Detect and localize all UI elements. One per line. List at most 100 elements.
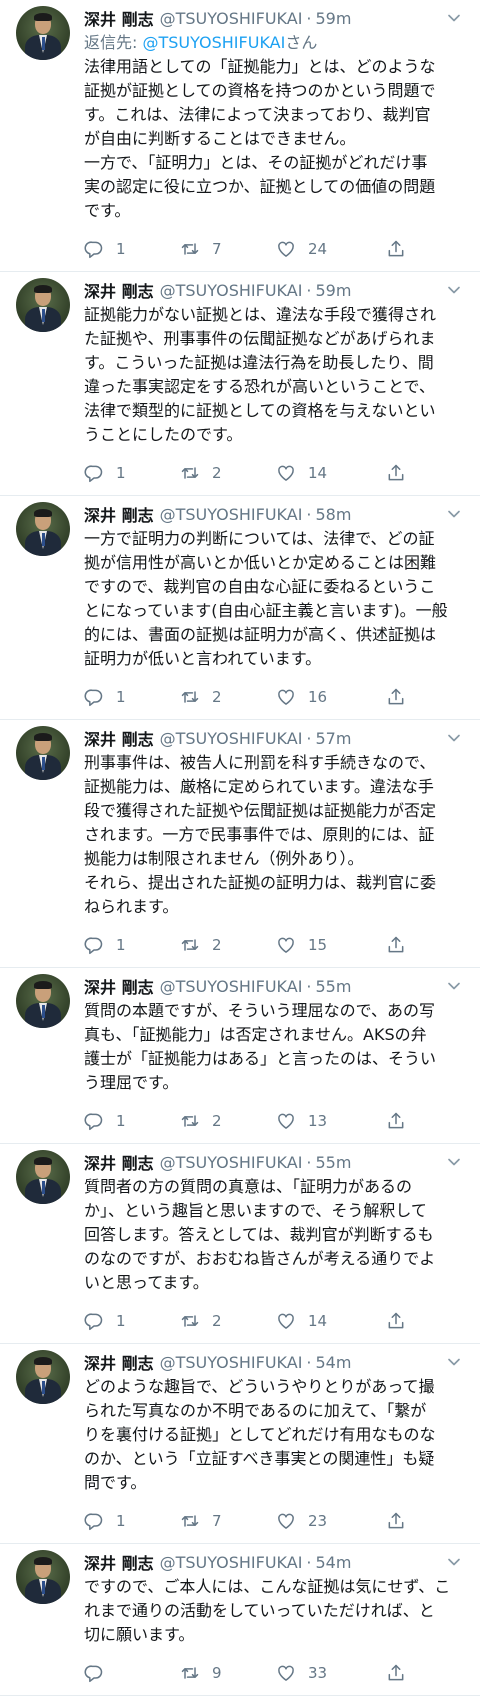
share-icon [386,1111,406,1131]
tweet-text: 質問の本題ですが、そういう理屈なので、あの写 真も、「証拠能力」は否定されません… [84,1001,437,1092]
display-name[interactable]: 深井 剛志 [84,1150,154,1174]
tweet-actions: 1 2 14 [84,1309,468,1333]
like-button[interactable]: 13 [276,1111,372,1131]
reply-button[interactable]: 1 [84,935,180,955]
chevron-down-icon[interactable] [444,1352,464,1372]
timestamp[interactable]: 58m [316,505,352,524]
retweet-button[interactable]: 2 [180,463,276,483]
like-button[interactable]: 15 [276,935,372,955]
share-button[interactable] [386,463,406,483]
timestamp[interactable]: 59m [316,281,352,300]
chevron-down-icon[interactable] [444,504,464,524]
separator-dot: · [306,504,312,524]
chevron-down-icon[interactable] [444,976,464,996]
avatar[interactable] [16,6,70,60]
retweet-button[interactable]: 9 [180,1663,276,1683]
tweet-header: 深井 剛志 @TSUYOSHIFUKAI · 54m [84,1550,468,1574]
heart-icon [276,935,308,955]
tweet-actions: 1 7 23 [84,1509,468,1533]
chevron-down-icon[interactable] [444,8,464,28]
share-button[interactable] [386,687,406,707]
tweet[interactable]: 深井 剛志 @TSUYOSHIFUKAI · 59m 返信先: @TSUYOSHIFUK… [0,0,480,272]
display-name[interactable]: 深井 剛志 [84,974,154,998]
user-handle[interactable]: @TSUYOSHIFUKAI [160,281,303,300]
avatar[interactable] [16,726,70,780]
user-handle[interactable]: @TSUYOSHIFUKAI [160,505,303,524]
timestamp[interactable]: 59m [316,9,352,28]
retweet-button[interactable]: 7 [180,239,276,259]
tweet[interactable]: 深井 剛志 @TSUYOSHIFUKAI · 59m 証拠能力がない証拠とは、違法な手段… [0,272,480,496]
user-handle[interactable]: @TSUYOSHIFUKAI [160,729,303,748]
avatar[interactable] [16,278,70,332]
tweet[interactable]: 深井 剛志 @TSUYOSHIFUKAI · 55m 質問の本題ですが、そういう理屈なの… [0,968,480,1144]
display-name[interactable]: 深井 剛志 [84,502,154,526]
display-name[interactable]: 深井 剛志 [84,1550,154,1574]
avatar[interactable] [16,1150,70,1204]
chevron-down-icon[interactable] [444,1152,464,1172]
display-name[interactable]: 深井 剛志 [84,6,154,30]
tweet-text: ですので、ご本人には、こんな証拠は気にせず、こ れまで通りの活動をしていっていた… [84,1577,451,1644]
share-button[interactable] [386,1111,406,1131]
avatar[interactable] [16,974,70,1028]
reply-button[interactable] [84,1663,180,1683]
reply-mention-link[interactable]: @TSUYOSHIFUKAI [142,33,285,52]
chevron-down-icon[interactable] [444,1552,464,1572]
like-button[interactable]: 33 [276,1663,372,1683]
like-count: 24 [308,240,328,258]
like-button[interactable]: 24 [276,239,372,259]
share-button[interactable] [386,935,406,955]
chevron-down-icon[interactable] [444,728,464,748]
retweet-icon [180,463,212,483]
user-handle[interactable]: @TSUYOSHIFUKAI [160,977,303,996]
tweet[interactable]: 深井 剛志 @TSUYOSHIFUKAI · 58m 一方で証明力の判断については、法律… [0,496,480,720]
reply-button[interactable]: 1 [84,1511,180,1531]
timestamp[interactable]: 55m [316,977,352,996]
share-button[interactable] [386,1663,406,1683]
user-handle[interactable]: @TSUYOSHIFUKAI [160,1153,303,1172]
share-button[interactable] [386,1311,406,1331]
like-button[interactable]: 23 [276,1511,372,1531]
user-handle[interactable]: @TSUYOSHIFUKAI [160,9,303,28]
avatar[interactable] [16,1350,70,1404]
like-button[interactable]: 16 [276,687,372,707]
avatar[interactable] [16,502,70,556]
display-name[interactable]: 深井 剛志 [84,726,154,750]
timestamp[interactable]: 54m [316,1553,352,1572]
tweet[interactable]: 深井 剛志 @TSUYOSHIFUKAI · 57m 刑事事件は、被告人に刑罰を科す手続… [0,720,480,968]
user-handle[interactable]: @TSUYOSHIFUKAI [160,1353,303,1372]
like-button[interactable]: 14 [276,463,372,483]
user-handle[interactable]: @TSUYOSHIFUKAI [160,1553,303,1572]
timestamp[interactable]: 57m [316,729,352,748]
reply-icon [84,1311,116,1331]
avatar[interactable] [16,1550,70,1604]
retweet-icon [180,1111,212,1131]
timestamp[interactable]: 54m [316,1353,352,1372]
retweet-button[interactable]: 2 [180,1111,276,1131]
reply-button[interactable]: 1 [84,687,180,707]
reply-button[interactable]: 1 [84,1311,180,1331]
tweet-actions: 9 33 [84,1661,468,1685]
retweet-button[interactable]: 7 [180,1511,276,1531]
reply-button[interactable]: 1 [84,463,180,483]
like-button[interactable]: 14 [276,1311,372,1331]
tweet[interactable]: 深井 剛志 @TSUYOSHIFUKAI · 54m どのような趣旨で、どういうやりとり… [0,1344,480,1544]
reply-button[interactable]: 1 [84,1111,180,1131]
display-name[interactable]: 深井 剛志 [84,278,154,302]
reply-prefix: 返信先: [84,33,143,52]
timestamp[interactable]: 55m [316,1153,352,1172]
share-button[interactable] [386,239,406,259]
retweet-button[interactable]: 2 [180,935,276,955]
share-button[interactable] [386,1511,406,1531]
tweet-header: 深井 剛志 @TSUYOSHIFUKAI · 59m [84,6,468,30]
retweet-button[interactable]: 2 [180,1311,276,1331]
reply-count: 1 [116,464,126,482]
display-name[interactable]: 深井 剛志 [84,1350,154,1374]
reply-button[interactable]: 1 [84,239,180,259]
tweet[interactable]: 深井 剛志 @TSUYOSHIFUKAI · 55m 質問者の方の質問の真意は、「証明力… [0,1144,480,1344]
retweet-button[interactable]: 2 [180,687,276,707]
tweet[interactable]: 深井 剛志 @TSUYOSHIFUKAI · 54m ですので、ご本人には、こんな証拠は… [0,1544,480,1696]
chevron-down-icon[interactable] [444,280,464,300]
tweet-header: 深井 剛志 @TSUYOSHIFUKAI · 55m [84,974,468,998]
retweet-count: 7 [212,1512,222,1530]
like-count: 13 [308,1112,328,1130]
